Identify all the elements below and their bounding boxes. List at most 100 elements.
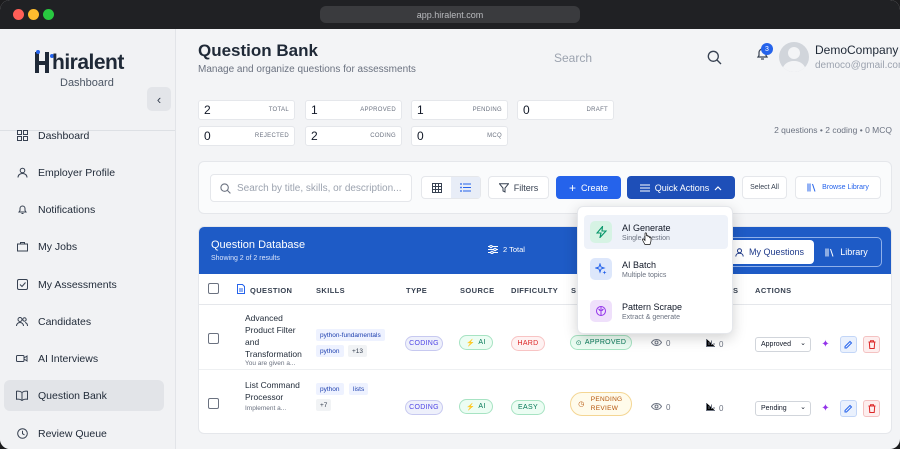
skill-tag: python-fundamentals xyxy=(316,329,385,341)
app-window: app.hiralent.com hiralent Dashboard ‹ Da… xyxy=(0,0,900,449)
select-all-checkbox[interactable] xyxy=(208,283,219,294)
filters-button[interactable]: Filters xyxy=(488,176,549,199)
sidebar-item-my-assessments[interactable]: My Assessments xyxy=(4,269,164,300)
chevron-left-icon: ‹ xyxy=(156,91,162,107)
sidebar-item-label: Candidates xyxy=(38,315,92,328)
edit-button[interactable] xyxy=(840,400,857,417)
chevron-down-icon: ⌄ xyxy=(800,404,806,411)
menu-item-ai-batch[interactable]: AI Batch Multiple topics xyxy=(584,252,728,286)
stat-draft: 0 DRAFT xyxy=(517,100,614,120)
list-view-button[interactable] xyxy=(451,177,480,198)
browse-library-button[interactable]: Browse Library xyxy=(795,176,881,199)
sidebar-item-notifications[interactable]: Notifications xyxy=(4,194,164,225)
select-all-button[interactable]: Select All xyxy=(742,176,787,199)
skill-tag: lists xyxy=(349,383,369,395)
question-preview: Implement a... xyxy=(245,405,287,412)
column-header-difficulty[interactable]: DIFFICULTY xyxy=(511,286,558,295)
user-name[interactable]: DemoCompany xyxy=(815,43,898,57)
question-title[interactable]: Advanced Product Filter and Transformati… xyxy=(245,312,305,360)
search-icon xyxy=(220,183,231,197)
row-checkbox[interactable] xyxy=(208,398,219,409)
difficulty-badge: HARD xyxy=(511,336,545,351)
stat-value: 1 xyxy=(417,103,424,117)
column-header-source[interactable]: SOURCE xyxy=(460,286,495,295)
table-row[interactable]: Advanced Product Filter and Transformati… xyxy=(199,305,891,370)
filters-label: Filters xyxy=(513,182,539,193)
tab-library[interactable]: Library xyxy=(814,240,879,264)
question-title[interactable]: List Command Processor xyxy=(245,379,307,403)
edit-button[interactable] xyxy=(840,336,857,353)
column-header-actions[interactable]: ACTIONS xyxy=(755,286,792,295)
ai-enhance-button[interactable]: ✦ xyxy=(817,400,834,417)
skill-tag: python xyxy=(316,345,344,357)
status-select[interactable]: Approved ⌄ xyxy=(755,337,811,352)
close-window-button[interactable] xyxy=(13,9,24,20)
menu-item-ai-generate[interactable]: AI Generate Single question xyxy=(584,215,728,249)
filter-icon xyxy=(498,182,509,193)
sidebar-item-candidates[interactable]: Candidates xyxy=(4,306,164,337)
sidebar-item-ai-interviews[interactable]: AI Interviews xyxy=(4,343,164,374)
status-badge: ⊙ APPROVED xyxy=(570,335,632,350)
sidebar-item-dashboard[interactable]: Dashboard xyxy=(4,120,164,151)
stat-label: DRAFT xyxy=(586,107,608,113)
menu-item-title: Pattern Scrape xyxy=(622,301,683,312)
more-skills-tag[interactable]: +7 xyxy=(316,399,332,411)
library-icon xyxy=(807,183,816,192)
grid-view-button[interactable] xyxy=(422,177,451,198)
uses-value: 0 xyxy=(719,403,724,413)
card-title: Question Database xyxy=(211,239,306,251)
maximize-window-button[interactable] xyxy=(43,9,54,20)
tab-my-questions[interactable]: My Questions xyxy=(725,240,814,264)
sidebar-item-question-bank[interactable]: Question Bank xyxy=(4,380,164,411)
toolbar: Search by title, skills, or description.… xyxy=(198,161,892,214)
create-button[interactable]: + Create xyxy=(556,176,621,199)
browse-library-label: Browse Library xyxy=(822,184,869,191)
minimize-window-button[interactable] xyxy=(28,9,39,20)
total-label: 2 Total xyxy=(503,245,525,254)
stat-pending: 1 PENDING xyxy=(411,100,508,120)
status-select[interactable]: Pending ⌄ xyxy=(755,401,811,416)
column-header-status[interactable]: S xyxy=(571,286,576,295)
quick-actions-button[interactable]: Quick Actions xyxy=(627,176,735,199)
table-row[interactable]: List Command Processor Implement a... py… xyxy=(199,370,891,433)
clock-icon xyxy=(15,427,29,441)
browser-titlebar: app.hiralent.com xyxy=(0,0,900,29)
avatar[interactable] xyxy=(779,42,809,72)
menu-item-pattern-scrape[interactable]: Pattern Scrape Extract & generate xyxy=(584,294,728,328)
tab-label: Library xyxy=(840,247,868,257)
bell-icon xyxy=(15,203,29,217)
views-count: 0 xyxy=(650,402,670,412)
question-search-input[interactable]: Search by title, skills, or description.… xyxy=(210,174,412,202)
menu-item-subtitle: Extract & generate xyxy=(622,313,680,321)
stat-value: 0 xyxy=(204,129,211,143)
sparkles-icon xyxy=(590,258,612,280)
column-header-type[interactable]: TYPE xyxy=(406,286,427,295)
row-checkbox[interactable] xyxy=(208,333,219,344)
sidebar-item-employer-profile[interactable]: Employer Profile xyxy=(4,157,164,188)
type-badge: CODING xyxy=(405,400,443,415)
stat-rejected: 0 REJECTED xyxy=(198,126,295,146)
chevron-down-icon: ⌄ xyxy=(800,340,806,347)
search-icon[interactable] xyxy=(707,50,722,68)
views-count: 0 xyxy=(650,338,670,348)
brand-logo[interactable]: hiralent Dashboard xyxy=(35,49,136,109)
view-toggle xyxy=(421,176,481,199)
column-header-question[interactable]: QUESTION xyxy=(250,286,292,295)
questions-summary: 2 questions • 2 coding • 0 MCQ xyxy=(774,125,892,135)
collapse-sidebar-button[interactable]: ‹ xyxy=(147,87,171,111)
stat-value: 0 xyxy=(523,103,530,117)
library-icon xyxy=(825,248,834,257)
stat-label: MCQ xyxy=(487,133,502,139)
address-bar[interactable]: app.hiralent.com xyxy=(320,6,580,23)
column-header-stats[interactable]: S xyxy=(733,286,738,295)
skill-tag: python xyxy=(316,383,344,395)
global-search-input[interactable]: Search xyxy=(546,43,730,73)
column-header-skills[interactable]: SKILLS xyxy=(316,286,345,295)
more-skills-tag[interactable]: +13 xyxy=(348,345,368,357)
sidebar-item-my-jobs[interactable]: My Jobs xyxy=(4,231,164,262)
delete-button[interactable] xyxy=(863,336,880,353)
sidebar-item-review-queue[interactable]: Review Queue xyxy=(4,418,164,449)
ai-enhance-button[interactable]: ✦ xyxy=(817,336,834,353)
page-subtitle: Manage and organize questions for assess… xyxy=(198,64,416,75)
delete-button[interactable] xyxy=(863,400,880,417)
